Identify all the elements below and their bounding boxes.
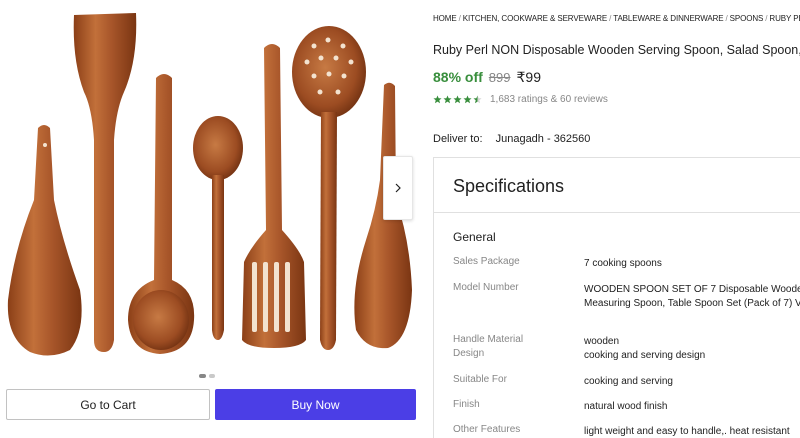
star-icon: [463, 95, 472, 104]
spec-value: light weight and easy to handle,. heat r…: [584, 426, 790, 437]
carousel-dot-active[interactable]: [199, 374, 206, 378]
buy-now-button[interactable]: Buy Now: [215, 389, 416, 420]
divider: [434, 212, 800, 213]
breadcrumb-item[interactable]: KITCHEN, COOKWARE & SERVEWARE: [463, 14, 607, 23]
delivery-location[interactable]: Junagadh - 362560: [496, 133, 591, 145]
breadcrumb-item[interactable]: TABLEWARE & DINNERWARE: [613, 14, 723, 23]
rating-row: 1,683 ratings & 60 reviews: [433, 94, 608, 105]
carousel-dot[interactable]: [209, 374, 215, 378]
spec-group-title: General: [453, 230, 496, 244]
rating-stars: [433, 95, 482, 104]
image-pane: Go to Cart Buy Now: [0, 0, 424, 438]
spec-value: wooden: [584, 336, 620, 347]
spec-key: Design: [453, 348, 485, 359]
spec-value: cooking and serving: [584, 376, 673, 387]
spec-value: 7 cooking spoons: [584, 258, 662, 269]
star-icon: [433, 95, 442, 104]
spec-key: Suitable For: [453, 374, 507, 385]
breadcrumb-item[interactable]: HOME: [433, 14, 457, 23]
breadcrumb-item[interactable]: SPOONS: [730, 14, 764, 23]
price-row: 88% off 899 ₹99: [433, 69, 541, 86]
star-icon: [473, 95, 482, 104]
deliver-to-label: Deliver to:: [433, 133, 483, 145]
go-to-cart-button[interactable]: Go to Cart: [6, 389, 210, 420]
spec-key: Model Number: [453, 282, 519, 293]
ratings-reviews-count[interactable]: 1,683 ratings & 60 reviews: [490, 94, 608, 105]
original-price: 899: [488, 70, 511, 85]
spec-key: Finish: [453, 399, 480, 410]
product-details: HOME / KITCHEN, COOKWARE & SERVEWARE / TABLE…: [433, 0, 800, 438]
breadcrumb-item[interactable]: RUBY PERL SPO: [769, 14, 800, 23]
chevron-right-icon: [395, 183, 401, 193]
carousel-dots: [199, 374, 215, 378]
discount-label: 88% off: [433, 69, 483, 85]
product-title: Ruby Perl NON Disposable Wooden Serving …: [433, 43, 800, 57]
specifications-card: Specifications General Sales Package 7 co…: [433, 157, 800, 438]
spec-value: WOODEN SPOON SET OF 7 Disposable Wooder M…: [584, 284, 800, 309]
star-icon: [453, 95, 462, 104]
spec-value: cooking and serving design: [584, 350, 706, 361]
next-image-button[interactable]: [383, 156, 413, 220]
spec-value: natural wood finish: [584, 401, 668, 412]
spec-key: Sales Package: [453, 256, 520, 267]
spec-key: Other Features: [453, 424, 521, 435]
product-image[interactable]: [0, 0, 424, 370]
spec-key: Handle Material: [453, 334, 524, 345]
star-icon: [443, 95, 452, 104]
delivery-info: Deliver to: Junagadh - 362560: [433, 133, 590, 145]
breadcrumb: HOME / KITCHEN, COOKWARE & SERVEWARE / TABLE…: [433, 14, 800, 23]
selling-price: ₹99: [516, 69, 541, 85]
specifications-heading: Specifications: [453, 176, 565, 196]
